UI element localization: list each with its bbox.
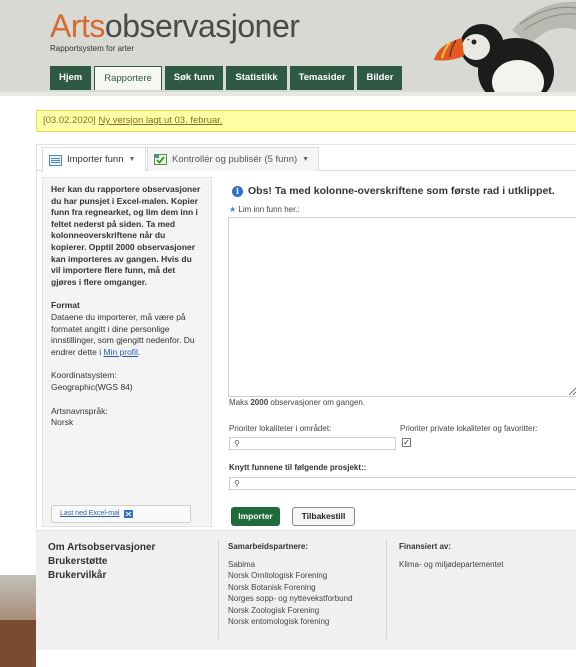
- partner-item[interactable]: Norges sopp- og nyttevekstforbund: [228, 593, 353, 605]
- funder-item[interactable]: Klima- og miljødepartementet: [399, 559, 503, 571]
- format-text: Dataene du importerer, må være på format…: [51, 311, 195, 357]
- funded-title: Finansiert av:: [399, 542, 452, 551]
- partner-item[interactable]: Sabima: [228, 559, 353, 571]
- footer-funded: Finansiert av: Klima- og miljødepartemen…: [399, 541, 503, 570]
- max-info: Maks 2000 observasjoner om gangen.: [229, 398, 366, 407]
- announcement-date: [03.02.2020]: [43, 115, 96, 126]
- nav-hjem[interactable]: Hjem: [50, 66, 92, 90]
- announcement-link[interactable]: Ny versjon lagt ut 03. februar.: [98, 115, 222, 126]
- download-excel-button[interactable]: Last ned Excel-mal: [51, 505, 191, 523]
- partner-item[interactable]: Norsk Ornitologisk Forening: [228, 570, 353, 582]
- site-header: Artsobservasjoner Rapportsystem for arte…: [0, 0, 576, 96]
- paste-label: ★ Lim inn funn her.:: [229, 205, 300, 214]
- info-icon: i: [232, 185, 243, 197]
- tab-control-publish[interactable]: Kontrollér og publisér (5 funn) ▼: [147, 147, 319, 171]
- prior-private-label: Prioriter private lokaliteter og favorit…: [400, 424, 538, 433]
- excel-icon: [123, 510, 133, 518]
- nav-temasider[interactable]: Temasider: [289, 66, 355, 90]
- chevron-down-icon: ▼: [128, 156, 136, 163]
- coord-value: Geographic(WGS 84): [51, 381, 133, 392]
- footer-partners: Samarbeidspartnere: Sabima Norsk Ornitol…: [228, 541, 353, 628]
- nav-rapportere[interactable]: Rapportere: [94, 66, 162, 90]
- prior-area-label: Prioriter lokaliteter i området:: [229, 424, 332, 433]
- profile-link[interactable]: Min profil: [103, 347, 137, 357]
- tab-control-label: Kontrollér og publisér (5 funn): [172, 153, 298, 165]
- format-heading: Format: [51, 300, 80, 311]
- search-icon: ⚲: [234, 439, 240, 448]
- chevron-down-icon: ▼: [302, 155, 310, 163]
- main-nav: Hjem Rapportere Søk funn Statistikk Tema…: [50, 66, 403, 90]
- site-logo[interactable]: Artsobservasjoner: [50, 8, 300, 44]
- intro-text: Her kan du rapportere observasjoner du h…: [51, 184, 201, 287]
- help-sidebar: Her kan du rapportere observasjoner du h…: [42, 177, 212, 527]
- tab-import[interactable]: Importer funn ▼: [42, 147, 146, 172]
- project-search-input[interactable]: ⚲: [229, 477, 576, 490]
- import-list-icon: [49, 154, 62, 166]
- lang-value: Norsk: [51, 417, 74, 428]
- footer-links: Om Artsobservasjoner Brukerstøtte Bruker…: [48, 541, 155, 583]
- area-search-input[interactable]: ⚲: [229, 437, 396, 450]
- partners-title: Samarbeidspartnere:: [228, 542, 309, 551]
- footer-link-about[interactable]: Om Artsobservasjoner: [48, 541, 155, 555]
- footer-link-terms[interactable]: Brukervilkår: [48, 569, 155, 583]
- tab-bar: Importer funn ▼ Kontrollér og publisér (…: [37, 145, 576, 172]
- nav-sok-funn[interactable]: Søk funn: [164, 66, 224, 90]
- search-icon: ⚲: [234, 479, 240, 488]
- footer-link-support[interactable]: Brukerstøtte: [48, 555, 155, 569]
- prior-private-checkbox[interactable]: ✓: [402, 438, 411, 447]
- control-check-icon: [154, 154, 167, 165]
- tab-import-label: Importer funn: [67, 154, 124, 165]
- paste-textarea[interactable]: [228, 217, 576, 397]
- partner-item[interactable]: Norsk Botanisk Forening: [228, 582, 353, 594]
- puffin-banner-image: [420, 0, 576, 96]
- import-button[interactable]: Importer: [231, 507, 280, 526]
- reset-button[interactable]: Tilbakestill: [292, 507, 355, 526]
- site-tagline: Rapportsystem for arter: [50, 44, 135, 53]
- nav-bilder[interactable]: Bilder: [357, 66, 403, 90]
- background-photo-edge: [0, 620, 36, 667]
- lang-label: Artsnavnspråk:: [51, 405, 108, 416]
- partner-item[interactable]: Norsk Zoologisk Forening: [228, 605, 353, 617]
- partner-item[interactable]: Norsk entomologisk forening: [228, 616, 353, 628]
- import-notice: i Obs! Ta med kolonne-overskriftene som …: [232, 185, 555, 197]
- announcement-bar: [03.02.2020] Ny versjon lagt ut 03. febr…: [36, 110, 576, 132]
- site-footer: Om Artsobservasjoner Brukerstøtte Bruker…: [36, 530, 576, 650]
- coord-label: Koordinatsystem:: [51, 370, 117, 381]
- project-label: Knytt funnene til følgende prosjekt::: [229, 463, 367, 472]
- nav-statistikk[interactable]: Statistikk: [226, 66, 287, 90]
